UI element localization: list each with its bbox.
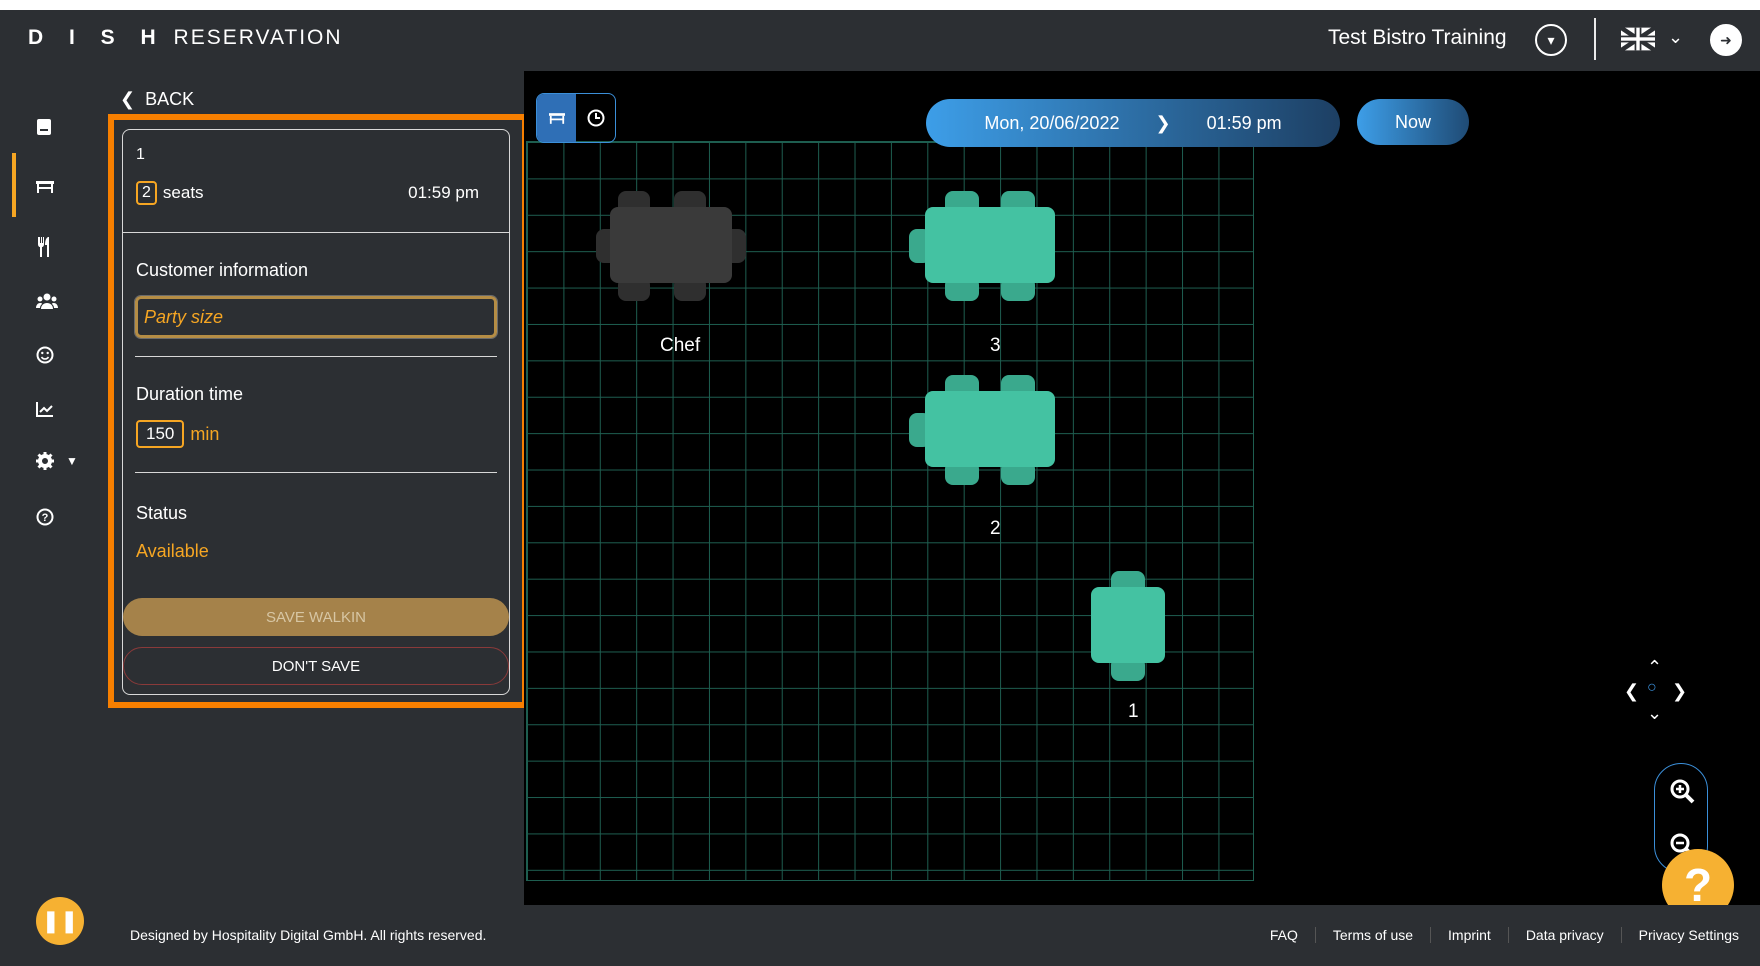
settings-caret-icon[interactable]: ▼ bbox=[66, 454, 78, 468]
date-time-selector[interactable]: Mon, 20/06/2022 ❯ 01:59 pm bbox=[926, 99, 1340, 147]
brand-logo: D I S H RESERVATION bbox=[28, 26, 343, 50]
header-divider bbox=[1594, 18, 1596, 60]
svg-text:?: ? bbox=[42, 512, 49, 524]
imprint-link[interactable]: Imprint bbox=[1430, 927, 1508, 943]
app-window: D I S H RESERVATION Test Bistro Training… bbox=[0, 10, 1760, 966]
view-toggle bbox=[536, 93, 616, 143]
table-2[interactable] bbox=[909, 375, 1059, 485]
top-bar: D I S H RESERVATION Test Bistro Training… bbox=[0, 10, 1760, 71]
brand-light: RESERVATION bbox=[173, 26, 343, 49]
pan-up-icon[interactable]: ⌃ bbox=[1647, 657, 1662, 678]
divider bbox=[123, 232, 509, 233]
duration-label: Duration time bbox=[136, 384, 244, 404]
zoom-in-icon[interactable] bbox=[1655, 764, 1709, 818]
footer-links: FAQ Terms of use Imprint Data privacy Pr… bbox=[1253, 927, 1756, 943]
table-top bbox=[925, 391, 1055, 467]
brand-bold: D I S H bbox=[28, 26, 166, 49]
date-display: Mon, 20/06/2022 bbox=[984, 112, 1120, 133]
cutlery-icon[interactable] bbox=[0, 227, 98, 267]
now-button[interactable]: Now bbox=[1357, 99, 1469, 145]
footer: Designed by Hospitality Digital GmbH. Al… bbox=[98, 905, 1760, 966]
table-label: 1 bbox=[1128, 701, 1139, 722]
table-icon[interactable] bbox=[0, 153, 98, 217]
smiley-icon[interactable] bbox=[0, 335, 98, 375]
restaurant-name[interactable]: Test Bistro Training bbox=[1328, 26, 1507, 50]
terms-link[interactable]: Terms of use bbox=[1314, 927, 1430, 943]
dont-save-button[interactable]: DON'T SAVE bbox=[123, 647, 509, 685]
users-icon[interactable] bbox=[0, 281, 98, 321]
table-view-icon[interactable] bbox=[537, 94, 576, 142]
sidebar: ▼ ? ❚❚ bbox=[0, 71, 98, 966]
clock-view-icon[interactable] bbox=[576, 94, 615, 142]
data-privacy-link[interactable]: Data privacy bbox=[1507, 927, 1621, 943]
pan-down-icon[interactable]: ⌄ bbox=[1647, 703, 1662, 724]
customer-info-label: Customer information bbox=[136, 260, 309, 280]
seats-info: 2 seats bbox=[136, 181, 204, 205]
seat-count: 2 bbox=[136, 181, 157, 205]
duration-value[interactable]: 150 bbox=[136, 420, 185, 448]
back-button[interactable]: ❮ BACK bbox=[120, 89, 194, 110]
chevron-right-icon[interactable]: ❯ bbox=[1155, 113, 1170, 134]
pause-icon[interactable]: ❚❚ bbox=[36, 897, 84, 945]
table-label: 2 bbox=[990, 518, 1001, 539]
seats-label: seats bbox=[162, 183, 204, 202]
divider bbox=[135, 472, 497, 473]
faq-link[interactable]: FAQ bbox=[1253, 927, 1315, 943]
walkin-panel: ❮ BACK 1 2 seats 01:59 pm Customer infor… bbox=[98, 71, 528, 905]
chevron-left-icon: ❮ bbox=[120, 89, 136, 109]
language-chevron-icon[interactable]: ⌄ bbox=[1668, 27, 1683, 48]
table-top bbox=[925, 207, 1055, 283]
table-top bbox=[1091, 587, 1165, 663]
reservation-time: 01:59 pm bbox=[408, 183, 479, 202]
duration-field[interactable]: 150 min bbox=[136, 420, 219, 448]
save-walkin-button[interactable]: SAVE WALKIN bbox=[123, 598, 509, 636]
table-top bbox=[610, 207, 732, 283]
pan-center-icon[interactable]: ○ bbox=[1647, 679, 1657, 697]
restaurant-dropdown-icon[interactable]: ▾ bbox=[1535, 24, 1567, 56]
logout-icon[interactable]: ➜ bbox=[1710, 24, 1742, 56]
table-1[interactable] bbox=[1091, 571, 1165, 681]
floor-plan: Mon, 20/06/2022 ❯ 01:59 pm Now Chef 3 2 … bbox=[524, 71, 1760, 921]
table-label: Chef bbox=[660, 335, 701, 356]
status-label: Status bbox=[136, 503, 188, 523]
table-chef[interactable] bbox=[596, 191, 746, 301]
duration-unit: min bbox=[190, 423, 220, 444]
table-number: 1 bbox=[136, 146, 145, 163]
privacy-settings-link[interactable]: Privacy Settings bbox=[1620, 927, 1756, 943]
status-value: Available bbox=[136, 541, 209, 561]
help-circle-icon[interactable]: ? bbox=[0, 497, 98, 537]
divider bbox=[135, 356, 497, 357]
pan-controls: ⌃ ❮ ○ ❯ ⌄ bbox=[1624, 657, 1687, 727]
back-label: BACK bbox=[145, 89, 195, 109]
pan-left-icon[interactable]: ❮ bbox=[1624, 681, 1639, 702]
table-3[interactable] bbox=[909, 191, 1059, 301]
pan-right-icon[interactable]: ❯ bbox=[1672, 681, 1687, 702]
uk-flag-icon[interactable] bbox=[1621, 26, 1655, 52]
walkin-card: 1 2 seats 01:59 pm Customer information … bbox=[122, 129, 510, 695]
copyright-text: Designed by Hospitality Digital GmbH. Al… bbox=[130, 927, 487, 943]
table-label: 3 bbox=[990, 335, 1001, 356]
time-display: 01:59 pm bbox=[1206, 112, 1282, 133]
book-icon[interactable] bbox=[0, 107, 98, 147]
chart-icon[interactable] bbox=[0, 389, 98, 429]
party-size-input[interactable] bbox=[134, 295, 498, 339]
gear-icon[interactable]: ▼ bbox=[0, 441, 98, 481]
